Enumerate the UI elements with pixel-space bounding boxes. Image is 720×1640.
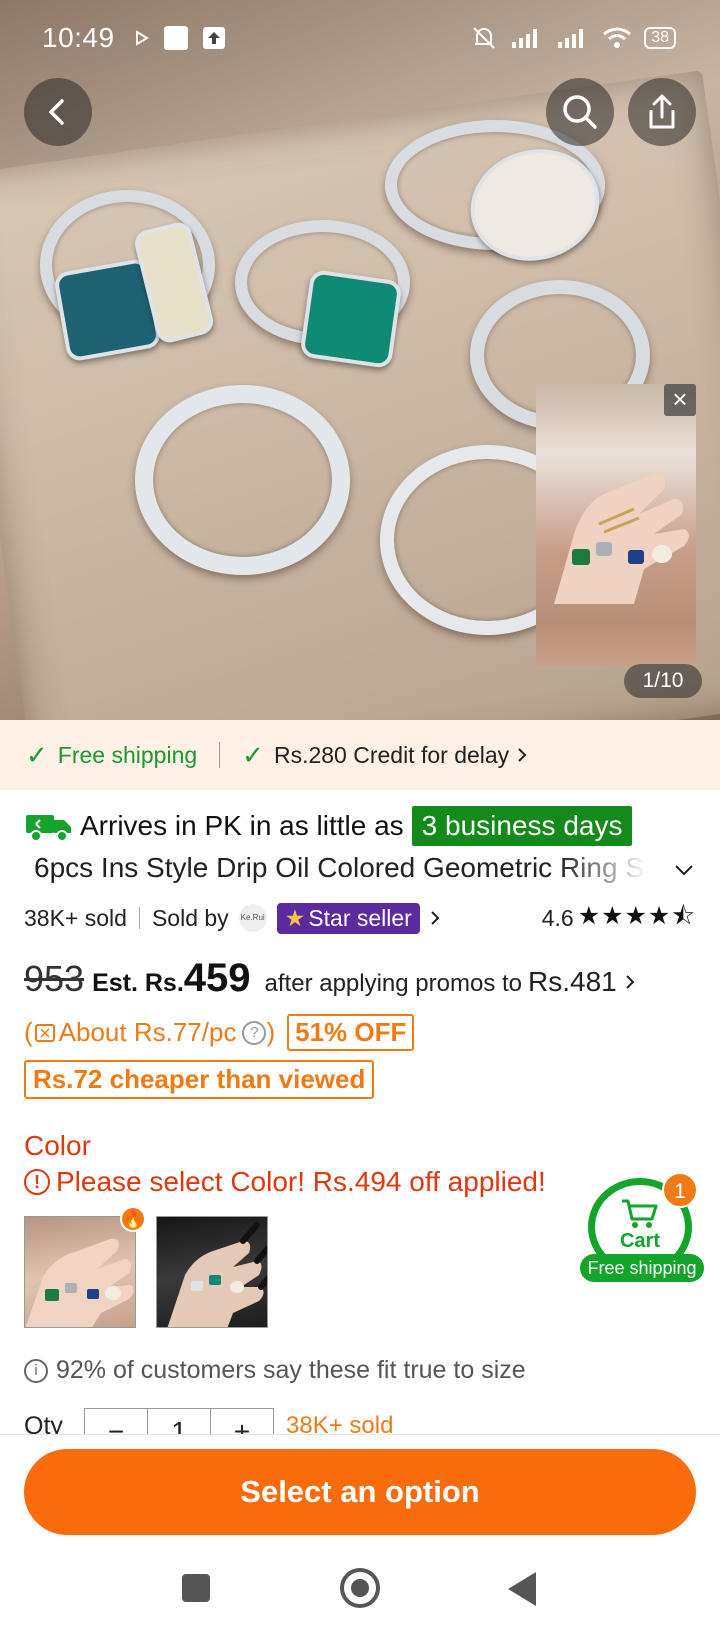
color-swatch-option-1[interactable] <box>24 1216 136 1328</box>
cart-count-badge: 1 <box>662 1172 698 1208</box>
check-icon: ✓ <box>26 739 48 770</box>
signal-icon <box>512 29 538 48</box>
credit-for-delay-label: Rs.280 Credit for delay <box>273 741 510 768</box>
image-counter: 1/10 <box>624 664 702 698</box>
price-row: 953 Est. Rs. 459 after applying promos t… <box>24 956 639 1001</box>
status-bar: 10:49 38 <box>0 0 720 78</box>
est-label: Est. Rs. <box>92 969 184 997</box>
original-price: 953 <box>24 958 85 999</box>
rating-value: 4.6 <box>541 904 574 931</box>
qty-label: Qty <box>24 1412 63 1434</box>
qty-plus-button[interactable]: + <box>211 1409 273 1434</box>
warning-icon: ! <box>24 1169 50 1195</box>
color-warning: ! Please select Color! Rs.494 off applie… <box>24 1166 546 1198</box>
color-warning-text: Please select Color! Rs.494 off applied! <box>56 1166 546 1197</box>
arrives-text: Arrives in PK in as little as <box>80 810 404 841</box>
battery-icon: 38 <box>644 27 676 49</box>
color-swatch-option-2[interactable] <box>156 1216 268 1328</box>
bottom-action-bar: Select an option <box>0 1434 720 1544</box>
ring-image <box>135 385 350 575</box>
share-button[interactable] <box>628 78 696 146</box>
mute-bell-icon <box>473 27 495 49</box>
business-days-badge: 3 business days <box>411 806 633 846</box>
home-icon[interactable] <box>340 1568 380 1608</box>
qty-minus-button[interactable]: − <box>85 1409 148 1434</box>
free-shipping-label: Free shipping <box>57 741 198 768</box>
chevron-right-icon[interactable] <box>426 909 444 927</box>
search-button[interactable] <box>546 78 614 146</box>
check-icon: ✓ <box>242 739 264 770</box>
promo-text[interactable]: after applying promos to <box>265 970 522 998</box>
back-triangle-icon[interactable] <box>508 1572 536 1606</box>
cart-icon <box>622 1199 658 1228</box>
wifi-icon <box>603 27 632 48</box>
star-icon: ★ <box>284 904 306 931</box>
select-option-button[interactable]: Select an option <box>24 1449 696 1535</box>
chevron-right-icon[interactable] <box>621 973 639 991</box>
fit-info[interactable]: i 92% of customers say these fit true to… <box>24 1356 526 1385</box>
quantity-stepper[interactable]: − 1 + <box>84 1408 274 1434</box>
seller-info-row: 38K+ sold Sold by Ke.Rui ★ Star seller 4… <box>24 900 696 936</box>
hand-with-rings-image <box>25 1238 134 1327</box>
square-notification-icon <box>164 26 188 50</box>
play-icon <box>136 30 149 46</box>
color-label: Color <box>24 1130 91 1161</box>
delivery-estimate: Arrives in PK in as little as 3 business… <box>24 806 633 846</box>
star-seller-label: Star seller <box>308 904 412 931</box>
cart-free-shipping-label: Free shipping <box>580 1254 704 1282</box>
sold-count: 38K+ sold <box>24 904 127 931</box>
info-icon: i <box>24 1358 48 1383</box>
chevron-left-icon <box>49 99 64 125</box>
paren-close: ) <box>266 1017 276 1047</box>
fire-icon: 🔥 <box>120 1206 146 1232</box>
per-piece-row: ( About Rs.77/pc ? ) 51% OFF <box>24 1014 415 1051</box>
help-icon[interactable]: ? <box>242 1020 267 1045</box>
system-navigation-bar <box>0 1544 720 1640</box>
signal-icon <box>558 29 584 48</box>
hand-with-rings-image <box>167 1222 267 1327</box>
chevron-down-icon[interactable] <box>672 858 696 882</box>
rating[interactable]: 4.6 ★★★★⯪ <box>542 897 696 940</box>
cheaper-than-viewed-badge: Rs.72 cheaper than viewed <box>24 1060 375 1099</box>
seller-logo[interactable]: Ke.Rui <box>238 904 267 932</box>
title-fade <box>560 852 670 892</box>
mini-video-preview[interactable] <box>536 384 696 666</box>
coupon-icon <box>34 1023 55 1042</box>
status-time: 10:49 <box>42 22 115 53</box>
truck-icon <box>26 815 71 842</box>
recent-apps-icon[interactable] <box>182 1574 210 1602</box>
shipping-benefits-strip[interactable]: ✓ Free shipping ✓ Rs.280 Credit for dela… <box>0 720 720 790</box>
fit-text: 92% of customers say these fit true to s… <box>56 1356 526 1384</box>
chevron-right-icon <box>518 748 527 762</box>
divider <box>138 907 140 929</box>
divider <box>219 742 221 768</box>
quantity-row: Qty − 1 + 38K+ sold <box>24 1408 696 1434</box>
share-icon <box>649 94 675 129</box>
discount-badge: 51% OFF <box>287 1014 415 1051</box>
current-price: 459 <box>183 956 251 1000</box>
search-icon <box>563 95 597 129</box>
per-piece-price: About Rs.77/pc <box>58 1017 237 1047</box>
star-seller-badge[interactable]: ★ Star seller <box>276 902 420 934</box>
upload-icon <box>203 27 225 49</box>
promo-price[interactable]: Rs.481 <box>528 966 617 998</box>
back-button[interactable] <box>24 78 92 146</box>
qty-value[interactable]: 1 <box>148 1409 211 1434</box>
qty-sold-hint: 38K+ sold <box>286 1412 394 1434</box>
hand-with-rings-image <box>554 473 689 604</box>
mini-video-close-button[interactable]: × <box>664 384 696 416</box>
cart-label: Cart <box>619 1230 660 1252</box>
ring-stone <box>299 269 403 369</box>
star-rating-icon: ★★★★⯪ <box>577 901 696 930</box>
paren-open: ( <box>24 1017 33 1047</box>
floating-cart-button[interactable]: Cart 1 Free shipping <box>580 1172 706 1286</box>
sold-by-label: Sold by <box>151 904 229 931</box>
